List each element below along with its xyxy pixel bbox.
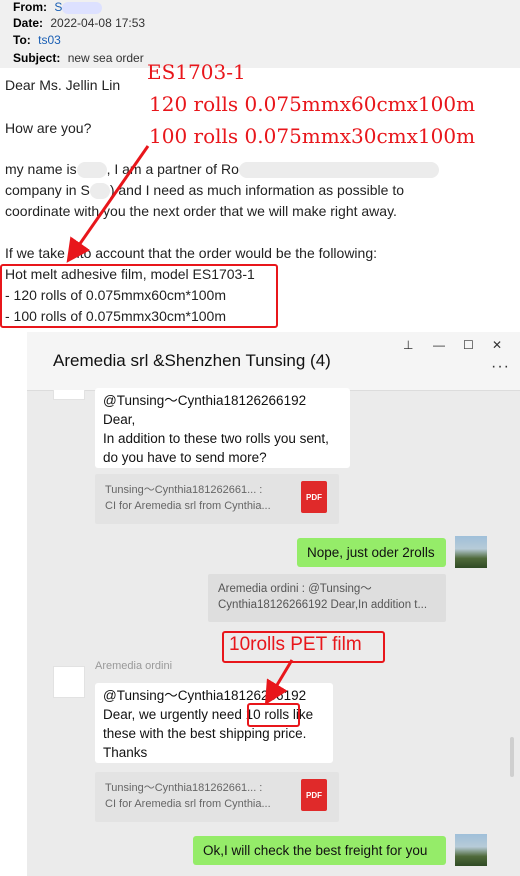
annotation-100-rolls: 100 rolls 0.075mmx30cmx100m [149, 124, 476, 148]
chat-header: Aremedia srl &Shenzhen Tunsing (4) ⊥ — ☐… [27, 332, 520, 390]
more-icon[interactable]: ··· [491, 358, 510, 376]
message-line: In addition to these two rolls you sent, [103, 431, 329, 446]
pdf-file-icon: PDF [301, 779, 327, 811]
quote-line-1: Aremedia ordini : @Tunsing～ [218, 583, 372, 595]
how-are-you: How are you? [5, 120, 92, 136]
self-avatar[interactable] [455, 834, 487, 866]
pdf-file-icon: PDF [301, 481, 327, 513]
message-line: @Tunsing～Cynthia18126266192 [103, 393, 307, 408]
message-outgoing-1[interactable]: Nope, just oder 2rolls [297, 538, 446, 567]
chat-window: Aremedia srl &Shenzhen Tunsing (4) ⊥ — ☐… [27, 332, 520, 876]
file-line-1: Tunsing～Cynthia181262661... : [105, 484, 263, 496]
minimize-icon[interactable]: — [433, 338, 445, 352]
body-line-4: If we take into account that the order w… [5, 245, 378, 261]
to-value[interactable]: ts03 [38, 33, 61, 47]
message-incoming-1[interactable]: @Tunsing～Cynthia18126266192 Dear, In add… [95, 388, 350, 468]
quantity-highlight-box [247, 703, 300, 727]
file-line-2: CI for Aremedia srl from Cynthia... [105, 798, 271, 810]
email-header: From: S Date: 2022-04-08 17:53 To: ts03 … [0, 0, 520, 68]
order-highlight-box [0, 264, 278, 328]
annotation-pet-film: 10rolls PET film [229, 634, 362, 655]
body-line-2a: company in S [5, 182, 90, 198]
from-label: From: [13, 0, 47, 14]
to-row: To: ts03 [13, 33, 61, 47]
maximize-icon[interactable]: ☐ [463, 338, 474, 352]
greeting: Dear Ms. Jellin Lin [5, 77, 121, 93]
file-line-1: Tunsing～Cynthia181262661... : [105, 782, 263, 794]
body-line-3: coordinate with you the next order that … [5, 203, 397, 219]
date-value: 2022-04-08 17:53 [50, 16, 146, 30]
subject-value: new sea order [67, 51, 144, 65]
quoted-message[interactable]: Aremedia ordini : @Tunsing～ Cynthia18126… [208, 574, 446, 622]
date-row: Date: 2022-04-08 17:53 [13, 16, 145, 30]
chat-scrollbar[interactable] [510, 737, 514, 777]
body-line-2b: ) and I need as much information as poss… [109, 182, 404, 198]
pin-icon[interactable]: ⊥ [403, 338, 413, 352]
message-line: Dear, [103, 412, 136, 427]
body-line-2: company in S ) and I need as much informa… [5, 182, 404, 200]
message-outgoing-2[interactable]: Ok,I will check the best freight for you [193, 836, 446, 865]
body-line-1a: my name is [5, 161, 77, 177]
avatar[interactable] [53, 666, 85, 698]
body-line-1: my name is , I am a partner of Ro [5, 161, 439, 179]
subject-label: Subject: [13, 51, 61, 65]
message-text: Dear, we urgently need [103, 707, 246, 722]
message-line: Thanks [103, 745, 148, 760]
body-line-1b: , I am a partner of Ro [106, 161, 239, 177]
from-row: From: S [13, 0, 103, 14]
to-label: To: [13, 33, 31, 47]
file-line-2: CI for Aremedia srl from Cynthia... [105, 500, 271, 512]
chat-title: Aremedia srl &Shenzhen Tunsing (4) [53, 351, 331, 370]
message-line: do you have to send more? [103, 450, 267, 465]
annotation-120-rolls: 120 rolls 0.075mmx60cmx100m [149, 92, 476, 116]
annotation-model: ES1703-1 [147, 60, 246, 84]
from-value[interactable]: S [54, 0, 103, 14]
self-avatar[interactable] [455, 536, 487, 568]
sender-name: Aremedia ordini [95, 660, 173, 672]
subject-row: Subject: new sea order [13, 51, 144, 65]
date-label: Date: [13, 16, 44, 30]
quote-line-2: Cynthia18126266192 Dear,In addition t... [218, 599, 428, 611]
avatar[interactable] [53, 390, 85, 400]
close-icon[interactable]: ✕ [492, 338, 502, 352]
